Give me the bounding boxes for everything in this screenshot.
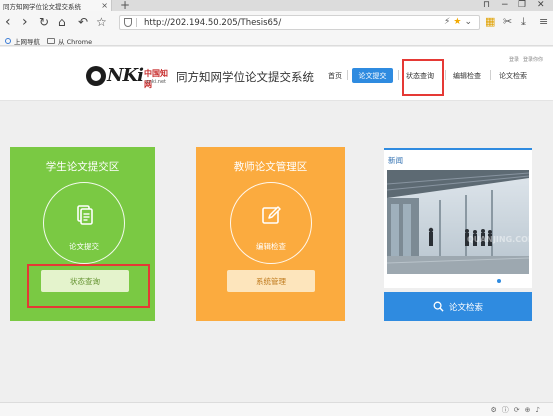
restore-button[interactable]: ❐ (518, 0, 526, 11)
edit-check-circle-label: 编辑检查 (256, 242, 286, 251)
highlight-box-nav (402, 59, 444, 96)
nav-edit-check[interactable]: 编辑检查 (453, 71, 481, 81)
submit-circle[interactable]: 论文提交 (43, 182, 125, 264)
teacher-zone-card: 教师论文管理区 编辑检查 系统管理 (196, 147, 345, 321)
bookmarks-bar: 上网导航 从 Chrome (0, 33, 553, 46)
user-link[interactable]: 登录你你 (523, 56, 543, 63)
audio-icon[interactable]: ♪ (536, 406, 545, 414)
apps-icon[interactable]: ▦ (485, 15, 495, 29)
search-button-label: 论文检索 (448, 302, 483, 313)
system-title: 同方知网学位论文提交系统 (176, 70, 314, 84)
close-window-button[interactable]: ✕ (537, 0, 545, 11)
news-photo[interactable]: QUANJING.COM (387, 170, 529, 274)
thesis-search-button[interactable]: 论文检索 (384, 292, 532, 321)
cut-icon[interactable]: ✂ (503, 15, 512, 29)
shield-icon (124, 18, 132, 27)
login-link[interactable]: 登录 (509, 56, 519, 63)
tab-title: 同方知网学位论文提交系统 (3, 2, 81, 11)
favorite-icon[interactable]: ☆ (96, 14, 107, 30)
nav-home[interactable]: 首页 (328, 71, 342, 81)
url-bar-icons: ⚡★⌄ (444, 17, 475, 27)
nav-submit[interactable]: 论文提交 (352, 68, 393, 83)
news-panel: 新闻 QUANJING.COM (384, 148, 532, 288)
tab-close-icon[interactable]: × (101, 0, 108, 11)
address-toolbar: ‹ › ↻ ⌂ ↶ ☆ http://202.194.50.205/Thesis… (0, 11, 553, 33)
undo-icon[interactable]: ↶ (78, 14, 88, 30)
url-text[interactable]: http://202.194.50.205/Thesis65/ (144, 18, 281, 28)
tools-icon[interactable]: ⚙ (491, 406, 502, 414)
minimize-button[interactable]: − (501, 0, 509, 11)
document-icon (77, 205, 93, 225)
system-admin-button[interactable]: 系统管理 (227, 270, 315, 292)
folder-icon (47, 38, 55, 44)
status-bar-icons: ⚙ⓘ⟳⊕♪ (491, 405, 546, 415)
menu-icon[interactable]: ≡ (539, 15, 548, 29)
bookmark-label: 上网导航 (14, 38, 40, 46)
news-title: 新闻 (388, 156, 403, 165)
back-icon[interactable]: ‹ (5, 14, 11, 30)
sync-icon[interactable]: ⟳ (514, 406, 525, 414)
cnki-logo: NKi 中国知网 cnki.net (86, 65, 172, 89)
teacher-zone-title: 教师论文管理区 (233, 161, 308, 173)
info-icon[interactable]: ⓘ (502, 406, 514, 414)
nav-divider (398, 70, 399, 80)
edit-check-circle[interactable]: 编辑检查 (230, 182, 312, 264)
watermark-text: QUANJING.COM (467, 235, 529, 244)
site-header: 登录 登录你你 NKi 中国知网 cnki.net 同方知网学位论文提交系统 首… (0, 47, 553, 101)
top-links: 登录 登录你你 (509, 56, 543, 63)
student-zone-title: 学生论文提交区 (45, 161, 120, 173)
bookmark-chrome[interactable]: 从 Chrome (47, 36, 92, 46)
star-icon[interactable]: ★ (453, 17, 464, 27)
logo-circle (86, 66, 106, 86)
carousel-dot[interactable] (497, 279, 501, 283)
zoom-icon[interactable]: ⊕ (525, 406, 536, 414)
nav-divider (445, 70, 446, 80)
news-photo-image: QUANJING.COM (387, 170, 529, 274)
bookmark-nav[interactable]: 上网导航 (5, 36, 40, 46)
edit-icon (262, 206, 281, 224)
url-bar[interactable]: http://202.194.50.205/Thesis65/ ⚡★⌄ (119, 15, 480, 30)
highlight-box-status (27, 264, 150, 308)
page-content: 登录 登录你你 NKi 中国知网 cnki.net 同方知网学位论文提交系统 首… (0, 47, 553, 402)
logo-mark: NKi (107, 65, 144, 86)
nav-divider (347, 70, 348, 80)
forward-icon[interactable]: › (22, 14, 28, 30)
globe-icon (5, 38, 11, 44)
status-bar: ⚙ⓘ⟳⊕♪ (0, 402, 553, 416)
bookmark-label: 从 Chrome (58, 38, 93, 46)
browser-tab[interactable]: 同方知网学位论文提交系统 × (0, 0, 112, 11)
extension-icon[interactable]: ⚡ (444, 17, 453, 27)
nav-divider (490, 70, 491, 80)
browser-tab-bar: 同方知网学位论文提交系统 × + ⊓ − ❐ ✕ (0, 0, 553, 12)
logo-domain: cnki.net (146, 79, 166, 85)
download-icon[interactable]: ⤓ (521, 15, 526, 29)
nav-search[interactable]: 论文检索 (499, 71, 527, 81)
home-icon[interactable]: ⌂ (58, 14, 66, 30)
submit-circle-label: 论文提交 (69, 242, 99, 251)
dropdown-icon[interactable]: ⌄ (464, 17, 475, 27)
pin-icon[interactable]: ⊓ (483, 0, 490, 11)
url-separator (136, 18, 141, 27)
reload-icon[interactable]: ↻ (39, 14, 49, 30)
search-icon (433, 301, 444, 312)
